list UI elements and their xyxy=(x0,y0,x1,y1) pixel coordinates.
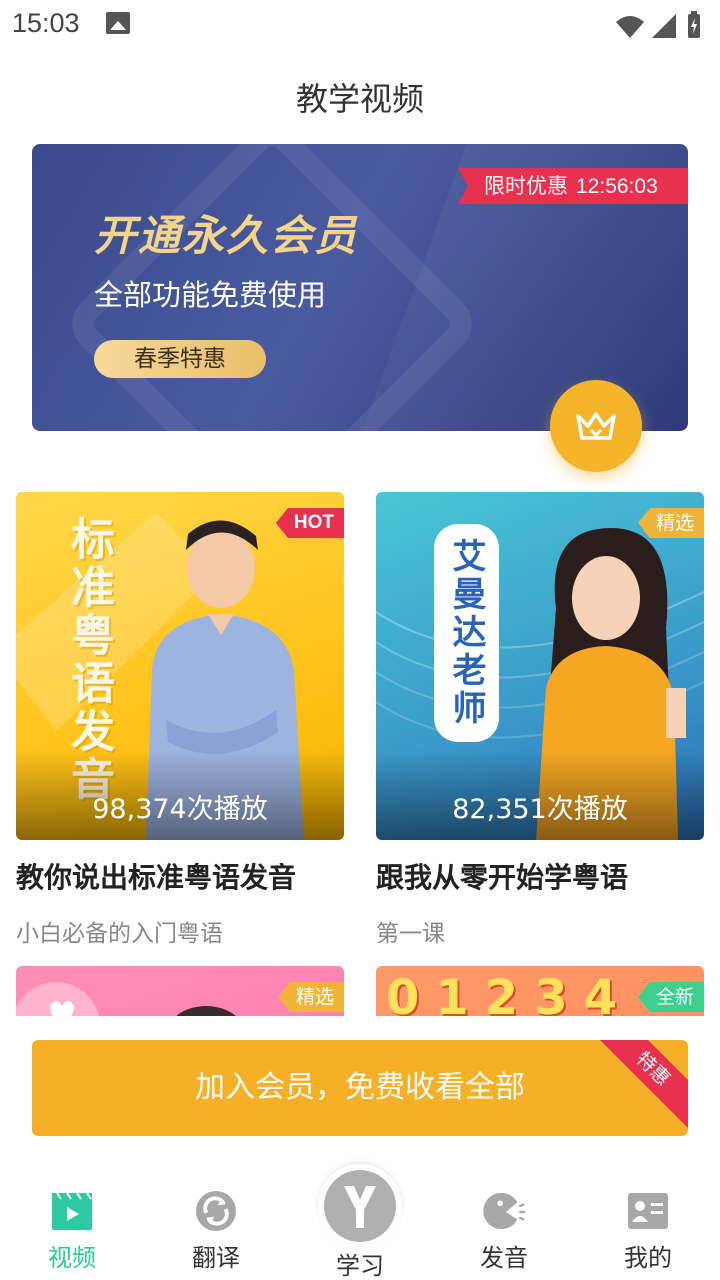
thumbnail-caption: 01234 xyxy=(386,970,633,1016)
new-tag: 全新 xyxy=(637,982,704,1012)
join-membership-label: 加入会员，免费收看全部 xyxy=(195,1070,525,1105)
video-title[interactable]: 跟我从零开始学粤语 xyxy=(376,856,704,896)
countdown-timer: 12:56:03 xyxy=(576,175,658,198)
nav-tab-video[interactable]: 视频 xyxy=(17,1190,127,1273)
video-thumbnail[interactable]: 艾曼达老师 精选 82,351次播放 xyxy=(376,492,704,840)
nav-tab-pronunciation[interactable]: 发音 xyxy=(449,1190,559,1273)
pronunciation-icon xyxy=(483,1190,525,1232)
profile-card-icon xyxy=(627,1190,669,1232)
status-icons xyxy=(616,11,700,38)
hot-tag: HOT xyxy=(275,508,344,538)
nav-tab-learn[interactable] xyxy=(318,1164,402,1248)
play-count: 98,374次播放 xyxy=(92,794,268,825)
video-thumbnail[interactable]: 精选 xyxy=(16,966,344,1016)
nav-label: 翻译 xyxy=(192,1244,240,1272)
featured-tag: 精选 xyxy=(277,982,344,1012)
featured-tag: 精选 xyxy=(637,508,704,538)
video-card[interactable]: 艾曼达老师 精选 82,351次播放 跟我从零开始学粤语 第一课 xyxy=(376,492,704,948)
nav-tab-translate[interactable]: 翻译 xyxy=(161,1190,271,1273)
status-time: 15:03 xyxy=(12,8,80,38)
wifi-icon xyxy=(616,16,644,38)
nav-label: 我的 xyxy=(624,1244,672,1272)
video-card[interactable]: 01234 全新 xyxy=(376,966,704,1016)
nav-label: 发音 xyxy=(480,1244,528,1272)
banner-subtitle: 全部功能免费使用 xyxy=(94,278,327,312)
banner-headline: 开通永久会员 xyxy=(94,211,359,260)
video-icon xyxy=(51,1190,93,1232)
image-notification-icon xyxy=(106,12,130,34)
ribbon-label: 限时优惠 xyxy=(484,174,568,198)
video-card[interactable]: 标准粤语发音 HOT 98,374次播放 教你说出标准粤语发音 小白必备的入门粤… xyxy=(16,492,344,948)
video-thumbnail[interactable]: 01234 全新 xyxy=(376,966,704,1016)
special-offer-corner: 特惠 xyxy=(587,1040,688,1135)
signal-icon xyxy=(652,14,676,38)
page-title: 教学视频 xyxy=(295,80,424,118)
thumbnail-caption: 艾曼达老师 xyxy=(434,524,499,742)
video-subtitle: 小白必备的入门粤语 xyxy=(16,921,223,947)
learn-logo-icon xyxy=(324,1170,396,1242)
translate-icon xyxy=(195,1190,237,1232)
nav-label: 视频 xyxy=(48,1244,96,1272)
video-title[interactable]: 教你说出标准粤语发音 xyxy=(16,856,344,896)
status-bar: 15:03 xyxy=(0,0,720,50)
nav-label: 学习 xyxy=(336,1252,384,1280)
video-card[interactable]: 精选 xyxy=(16,966,344,1016)
bottom-nav: 视频 翻译 学习 发音 我的 xyxy=(0,1160,720,1280)
video-subtitle: 第一课 xyxy=(376,921,445,947)
spring-offer-pill[interactable]: 春季特惠 xyxy=(94,340,266,378)
nav-tab-profile[interactable]: 我的 xyxy=(593,1190,703,1273)
crown-icon xyxy=(576,412,616,440)
play-count: 82,351次播放 xyxy=(452,794,628,825)
video-thumbnail[interactable]: 标准粤语发音 HOT 98,374次播放 xyxy=(16,492,344,840)
limited-offer-ribbon: 限时优惠 12:56:03 xyxy=(458,168,688,204)
join-membership-button[interactable]: 加入会员，免费收看全部 特惠 xyxy=(32,1040,688,1136)
vip-crown-button[interactable] xyxy=(550,380,642,472)
